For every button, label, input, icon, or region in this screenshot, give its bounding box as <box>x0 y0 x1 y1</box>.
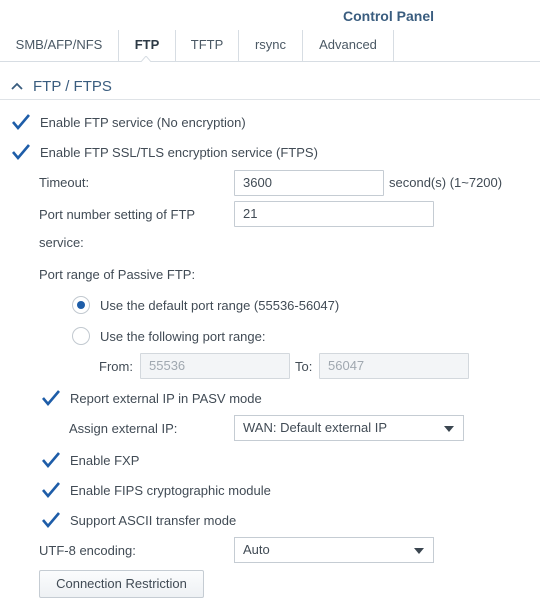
tab-advanced[interactable]: Advanced <box>303 30 394 61</box>
timeout-input[interactable]: 3600 <box>234 170 384 196</box>
tab-bar: SMB/AFP/NFS FTP TFTP rsync Advanced <box>0 30 540 62</box>
port-label-line2: service: <box>39 235 84 250</box>
report-external-ip-row[interactable]: Report external IP in PASV mode <box>41 388 262 408</box>
ascii-row[interactable]: Support ASCII transfer mode <box>41 510 236 530</box>
to-port-input[interactable]: 56047 <box>319 353 469 379</box>
enable-ftps-row[interactable]: Enable FTP SSL/TLS encryption service (F… <box>11 142 318 162</box>
default-range-row[interactable]: Use the default port range (55536-56047) <box>72 295 339 315</box>
fxp-label: Enable FXP <box>70 452 140 468</box>
assign-external-ip-label: Assign external IP: <box>69 421 178 436</box>
connection-restriction-button[interactable]: Connection Restriction <box>39 570 204 598</box>
enable-ftp-checkbox[interactable] <box>11 113 30 131</box>
checkmark-icon <box>42 390 60 407</box>
default-range-label: Use the default port range (55536-56047) <box>100 297 340 313</box>
from-port-input[interactable]: 55536 <box>140 353 290 379</box>
to-label: To: <box>295 359 313 374</box>
utf8-encoding-select[interactable]: Auto <box>234 537 434 563</box>
from-label: From: <box>99 359 133 374</box>
custom-range-label: Use the following port range: <box>100 328 266 344</box>
checkmark-icon <box>12 114 30 131</box>
timeout-suffix: second(s) (1~7200) <box>389 175 503 190</box>
enable-ftp-label: Enable FTP service (No encryption) <box>40 114 246 130</box>
default-range-radio[interactable] <box>72 296 90 314</box>
enable-ftps-label: Enable FTP SSL/TLS encryption service (F… <box>40 144 318 160</box>
fips-row[interactable]: Enable FIPS cryptographic module <box>41 480 271 500</box>
fips-label: Enable FIPS cryptographic module <box>70 482 271 498</box>
tab-smb-afp-nfs[interactable]: SMB/AFP/NFS <box>0 30 119 61</box>
checkmark-icon <box>12 144 30 161</box>
caret-down-icon <box>444 426 454 432</box>
utf8-label: UTF-8 encoding: <box>39 543 136 558</box>
enable-ftps-checkbox[interactable] <box>11 143 30 161</box>
fxp-checkbox[interactable] <box>41 451 60 469</box>
timeout-label: Timeout: <box>39 175 90 190</box>
fxp-row[interactable]: Enable FXP <box>41 450 139 470</box>
custom-range-radio[interactable] <box>72 327 90 345</box>
caret-down-icon <box>414 548 424 554</box>
utf8-encoding-value: Auto <box>243 542 270 557</box>
tab-rsync[interactable]: rsync <box>239 30 303 61</box>
assign-external-ip-select[interactable]: WAN: Default external IP <box>234 415 464 441</box>
section-title: FTP / FTPS <box>33 78 112 95</box>
ascii-checkbox[interactable] <box>41 511 60 529</box>
checkmark-icon <box>42 482 60 499</box>
tab-tftp[interactable]: TFTP <box>176 30 239 61</box>
report-external-ip-checkbox[interactable] <box>41 389 60 407</box>
section-header[interactable]: FTP / FTPS <box>0 74 540 100</box>
title-bar: Control Panel <box>0 0 540 30</box>
chevron-up-icon[interactable] <box>10 80 24 92</box>
port-input[interactable]: 21 <box>234 201 434 227</box>
window-title: Control Panel <box>342 8 434 24</box>
enable-ftp-row[interactable]: Enable FTP service (No encryption) <box>11 112 246 132</box>
port-label-line1: Port number setting of FTP <box>39 207 196 222</box>
active-tab-indicator-icon <box>140 56 152 63</box>
fips-checkbox[interactable] <box>41 481 60 499</box>
checkmark-icon <box>42 512 60 529</box>
ascii-label: Support ASCII transfer mode <box>70 512 237 528</box>
passive-label: Port range of Passive FTP: <box>39 267 196 282</box>
custom-range-row[interactable]: Use the following port range: <box>72 326 265 346</box>
report-external-ip-label: Report external IP in PASV mode <box>70 390 262 406</box>
checkmark-icon <box>42 452 60 469</box>
assign-external-ip-value: WAN: Default external IP <box>243 420 388 435</box>
